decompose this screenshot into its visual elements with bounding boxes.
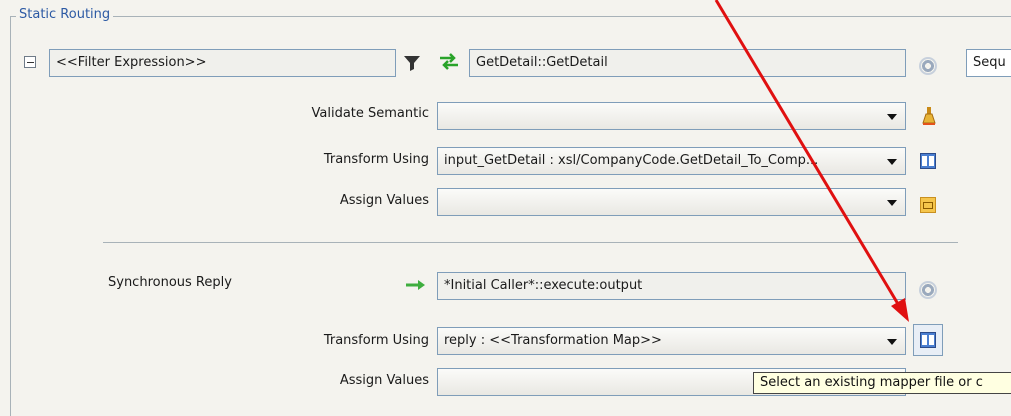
mapper-icon — [920, 332, 936, 348]
funnel-icon — [404, 56, 420, 71]
reply-transform-using-label: Transform Using — [323, 333, 429, 348]
reply-arrow-icon — [404, 278, 428, 292]
mapper-icon — [920, 153, 936, 169]
operation-field[interactable]: GetDetail::GetDetail — [469, 49, 906, 77]
reply-gear-icon[interactable] — [918, 280, 938, 300]
reply-assign-values-label: Assign Values — [339, 373, 429, 388]
chevron-down-icon — [887, 114, 897, 120]
sequence-field[interactable]: Sequ — [966, 49, 1011, 77]
filter-expression-value: <<Filter Expression>> — [56, 55, 207, 70]
reply-target-value: *Initial Caller*::execute:output — [444, 278, 643, 293]
group-title: Static Routing — [16, 7, 114, 22]
divider — [103, 242, 958, 243]
transform-using-value: input_GetDetail : xsl/CompanyCode.GetDet… — [444, 153, 819, 168]
reply-mapper-button[interactable] — [913, 324, 943, 356]
chevron-down-icon — [887, 159, 897, 165]
mapper-button[interactable] — [918, 151, 938, 171]
gear-icon — [921, 283, 935, 297]
assign-values-label: Assign Values — [339, 193, 429, 208]
chevron-down-icon — [887, 339, 897, 345]
assign-values-select[interactable] — [437, 188, 906, 216]
collapse-toggle[interactable] — [24, 56, 36, 68]
chevron-down-icon — [887, 200, 897, 206]
reply-transform-using-select[interactable]: reply : <<Transformation Map>> — [437, 327, 906, 355]
flask-icon — [922, 107, 936, 125]
reply-transform-using-value: reply : <<Transformation Map>> — [444, 333, 662, 348]
transform-using-select[interactable]: input_GetDetail : xsl/CompanyCode.GetDet… — [437, 147, 906, 175]
operation-value: GetDetail::GetDetail — [476, 55, 608, 70]
validate-semantic-label: Validate Semantic — [311, 106, 430, 121]
gear-icon — [921, 59, 935, 73]
schematron-icon[interactable] — [918, 104, 940, 128]
sequence-value: Sequ — [973, 55, 1006, 70]
filter-expression-field[interactable]: <<Filter Expression>> — [49, 49, 396, 77]
assign-values-button[interactable] — [918, 195, 938, 215]
mapper-tooltip: Select an existing mapper file or c — [753, 372, 1011, 394]
validate-semantic-select[interactable] — [437, 102, 906, 130]
operation-gear-icon[interactable] — [918, 56, 938, 76]
transform-using-label: Transform Using — [323, 152, 429, 167]
filter-icon[interactable] — [401, 53, 423, 73]
assign-icon — [920, 197, 936, 213]
minus-icon — [26, 61, 34, 63]
reply-target-field[interactable]: *Initial Caller*::execute:output — [437, 272, 906, 300]
exchange-icon — [437, 51, 461, 71]
synchronous-reply-label: Synchronous Reply — [108, 275, 232, 290]
